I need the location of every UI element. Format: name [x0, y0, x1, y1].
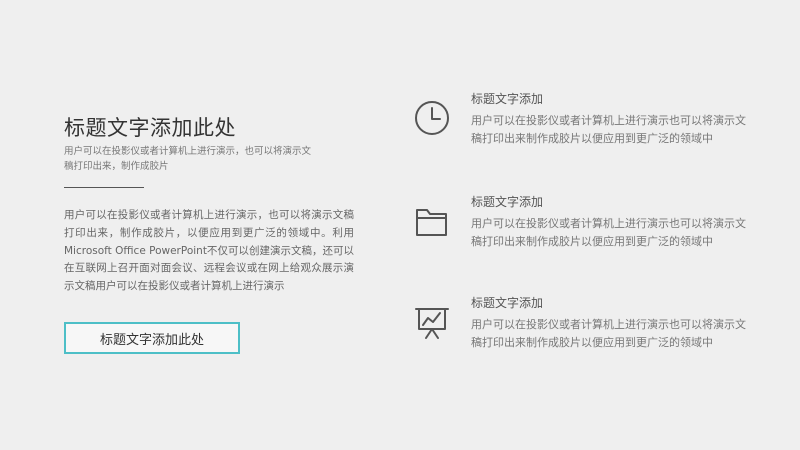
page-subtitle: 用户可以在投影仪或者计算机上进行演示，也可以将演示文稿打印出来，制作成胶片 — [64, 146, 312, 172]
feature-description: 用户可以在投影仪或者计算机上进行演示也可以将演示文稿打印出来制作成胶片以便应用到… — [471, 318, 746, 349]
slide: 标题文字添加此处 用户可以在投影仪或者计算机上进行演示，也可以将演示文稿打印出来… — [0, 0, 800, 450]
feature-item: 标题文字添加 用户可以在投影仪或者计算机上进行演示也可以将演示文稿打印出来制作成… — [412, 90, 752, 170]
feature-description: 用户可以在投影仪或者计算机上进行演示也可以将演示文稿打印出来制作成胶片以便应用到… — [471, 217, 746, 248]
title-divider — [64, 187, 144, 188]
feature-description: 用户可以在投影仪或者计算机上进行演示也可以将演示文稿打印出来制作成胶片以便应用到… — [471, 114, 746, 145]
title-button[interactable]: 标题文字添加此处 — [64, 322, 240, 354]
folder-icon — [412, 201, 452, 241]
intro-paragraph: 用户可以在投影仪或者计算机上进行演示，也可以将演示文稿打印出来，制作成胶片，以便… — [64, 209, 354, 293]
feature-item: 标题文字添加 用户可以在投影仪或者计算机上进行演示也可以将演示文稿打印出来制作成… — [412, 193, 752, 273]
feature-title: 标题文字添加 — [471, 296, 544, 310]
feature-title: 标题文字添加 — [471, 92, 544, 106]
feature-title: 标题文字添加 — [471, 195, 544, 209]
clock-icon — [412, 98, 452, 138]
page-title: 标题文字添加此处 — [64, 116, 236, 140]
feature-item: 标题文字添加 用户可以在投影仪或者计算机上进行演示也可以将演示文稿打印出来制作成… — [412, 294, 752, 374]
presentation-chart-icon — [412, 302, 452, 342]
